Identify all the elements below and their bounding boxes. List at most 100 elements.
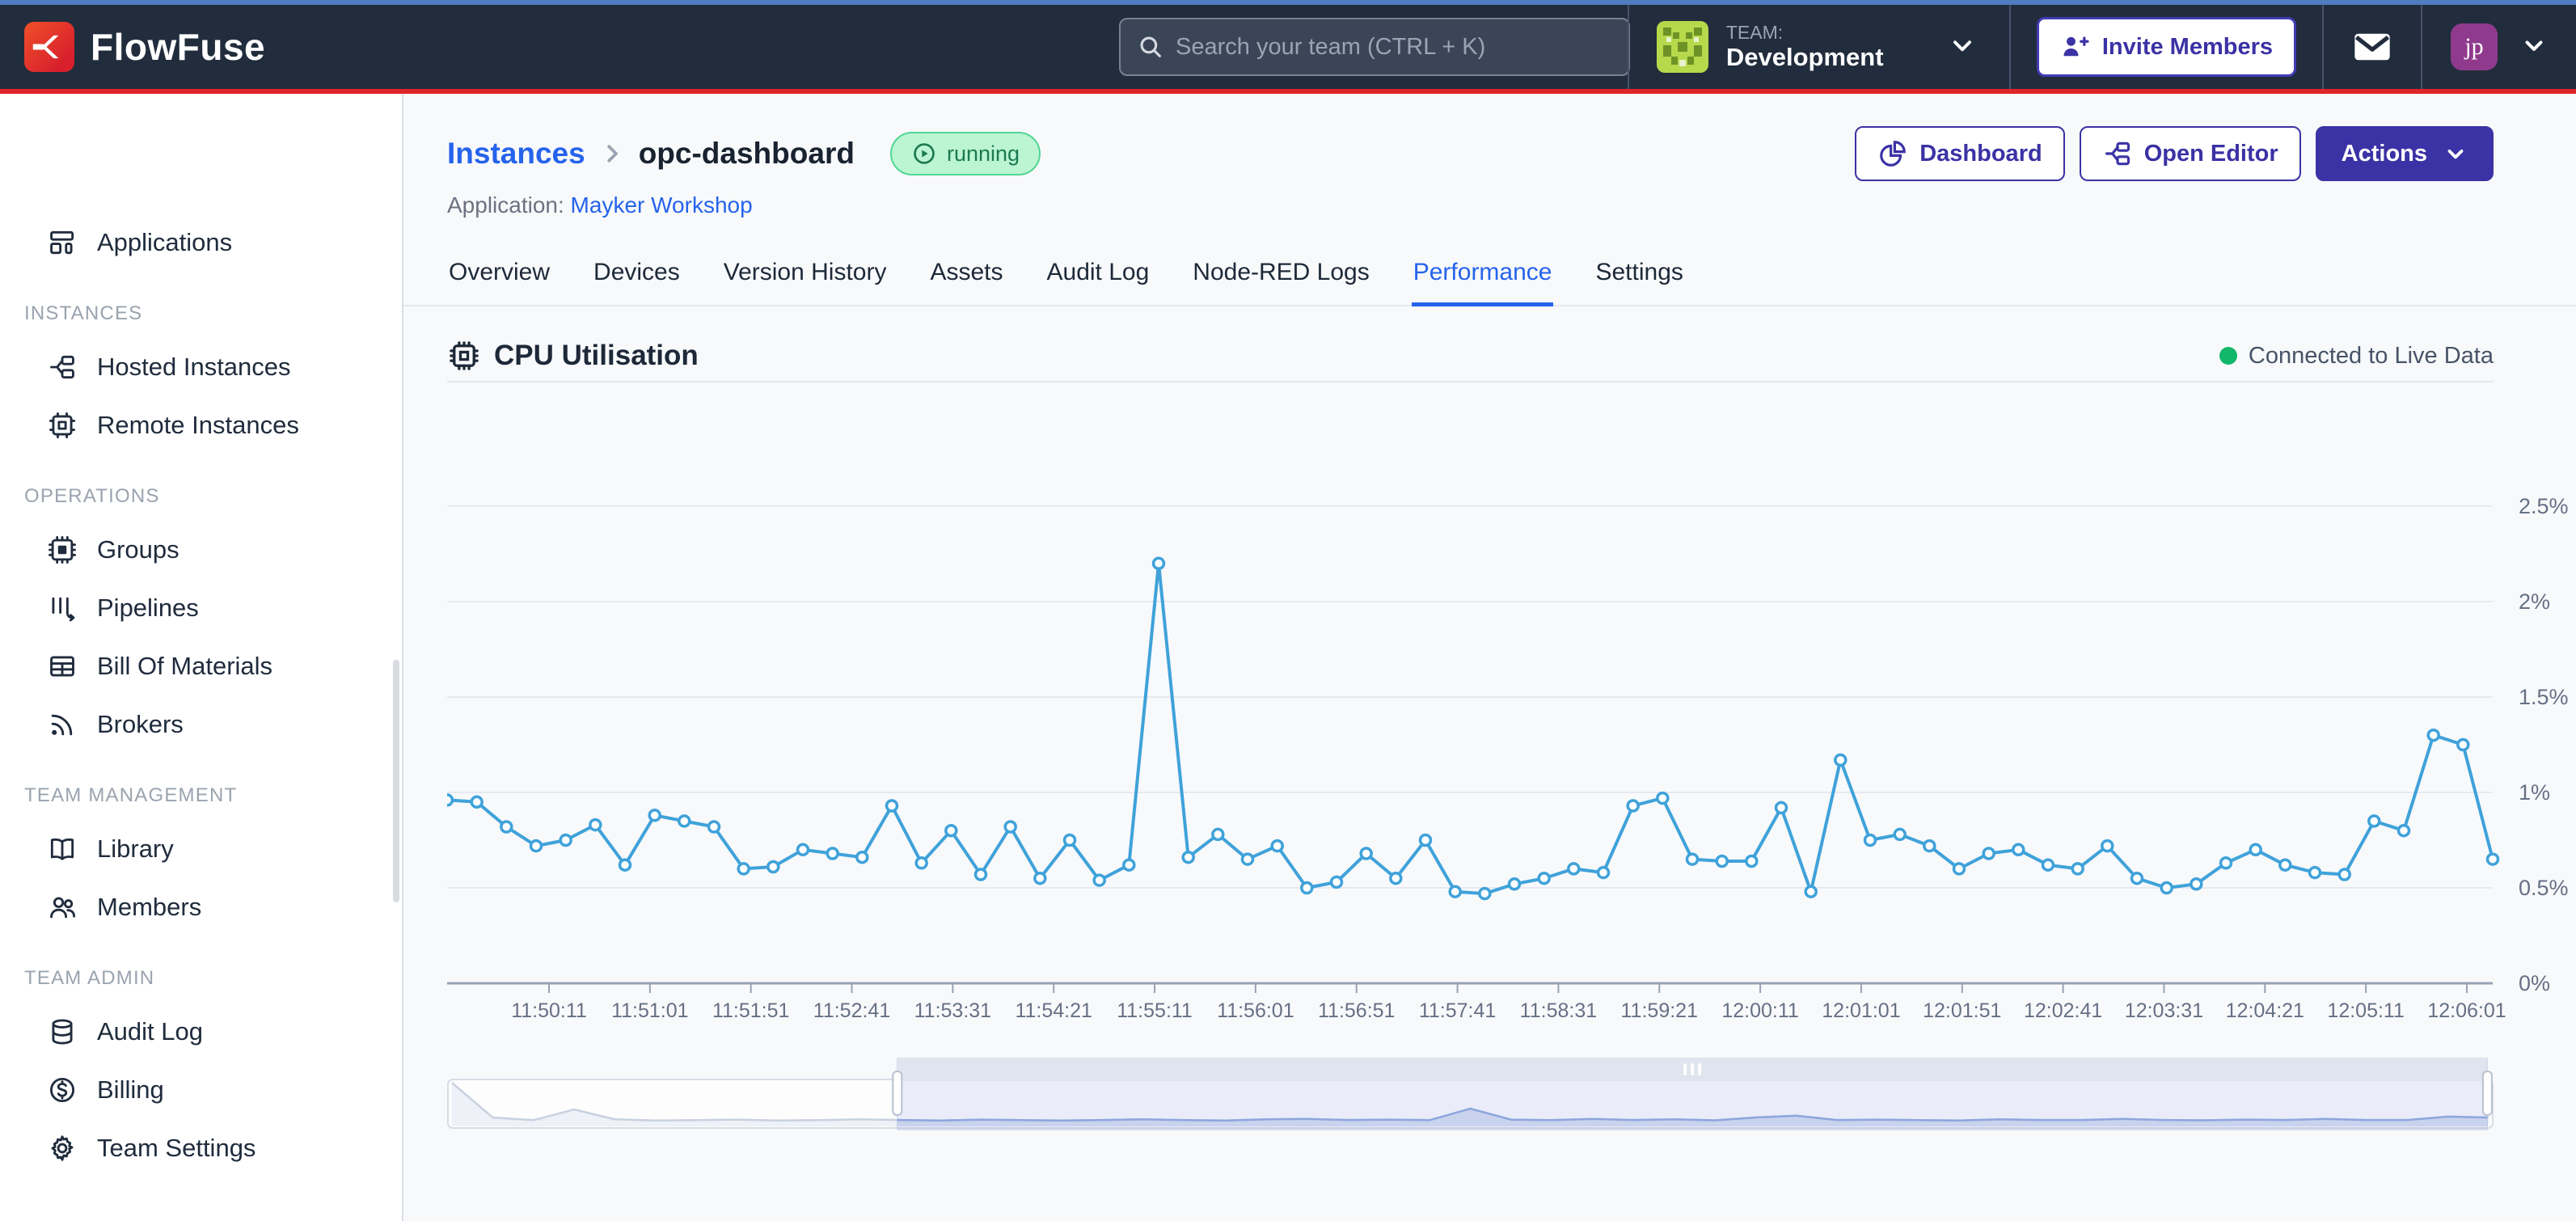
svg-text:12:00:11: 12:00:11 bbox=[1721, 999, 1798, 1022]
live-dot-icon bbox=[2219, 347, 2237, 365]
invite-user-plus-icon bbox=[2060, 32, 2089, 61]
svg-text:11:54:21: 11:54:21 bbox=[1015, 999, 1092, 1022]
sidebar-item-label: Groups bbox=[97, 535, 179, 564]
sidebar-scrollbar[interactable] bbox=[393, 660, 399, 902]
bill-of-materials-icon bbox=[47, 651, 78, 682]
groups-icon bbox=[47, 534, 78, 565]
sidebar-item-team-settings[interactable]: Team Settings bbox=[0, 1119, 402, 1177]
editor-branch-icon bbox=[2102, 138, 2133, 169]
brand[interactable]: FlowFuse bbox=[0, 22, 265, 72]
svg-text:1%: 1% bbox=[2519, 780, 2550, 805]
tab-node-red-logs[interactable]: Node-RED Logs bbox=[1191, 251, 1370, 306]
sidebar-item-brokers[interactable]: Brokers bbox=[0, 695, 402, 754]
chart-range-brush[interactable] bbox=[447, 1050, 2494, 1141]
actions-button[interactable]: Actions bbox=[2316, 126, 2494, 181]
brush-handle-right[interactable] bbox=[2483, 1071, 2492, 1115]
main-content: Instances opc-dashboard running bbox=[403, 94, 2576, 1221]
team-settings-icon bbox=[47, 1133, 78, 1164]
tab-version-history[interactable]: Version History bbox=[722, 251, 889, 306]
sidebar-item-bill-of-materials[interactable]: Bill Of Materials bbox=[0, 637, 402, 695]
flowfuse-logo-icon bbox=[24, 22, 74, 72]
hosted-instances-icon bbox=[47, 352, 78, 382]
chevron-right-icon bbox=[600, 142, 624, 166]
sidebar-section-operations: OPERATIONS bbox=[0, 472, 402, 521]
team-search[interactable] bbox=[1119, 18, 1630, 76]
sidebar-item-remote-instances[interactable]: Remote Instances bbox=[0, 396, 402, 454]
svg-text:12:04:21: 12:04:21 bbox=[2226, 999, 2304, 1022]
sidebar-item-label: Bill Of Materials bbox=[97, 652, 272, 681]
svg-text:12:06:01: 12:06:01 bbox=[2427, 999, 2506, 1022]
sidebar-item-applications[interactable]: Applications bbox=[0, 213, 402, 272]
brand-name: FlowFuse bbox=[91, 25, 265, 69]
sidebar-item-members[interactable]: Members bbox=[0, 878, 402, 936]
pie-chart-icon bbox=[1877, 138, 1908, 169]
play-circle-icon bbox=[911, 141, 937, 167]
application-link[interactable]: Mayker Workshop bbox=[571, 192, 753, 218]
svg-text:2%: 2% bbox=[2519, 589, 2550, 614]
user-chevron-down-icon bbox=[2520, 32, 2548, 63]
invite-members-button[interactable]: Invite Members bbox=[2037, 17, 2296, 77]
tab-assets[interactable]: Assets bbox=[928, 251, 1004, 306]
breadcrumb-instances-link[interactable]: Instances bbox=[447, 137, 585, 171]
team-switcher[interactable]: TEAM: Development bbox=[1629, 5, 2009, 89]
sidebar-item-label: Audit Log bbox=[97, 1017, 203, 1046]
sidebar-item-audit-log[interactable]: Audit Log bbox=[0, 1003, 402, 1061]
sidebar-item-hosted-instances[interactable]: Hosted Instances bbox=[0, 338, 402, 396]
panel-title: CPU Utilisation bbox=[494, 340, 699, 372]
cpu-chip-icon bbox=[447, 339, 481, 373]
tab-audit-log[interactable]: Audit Log bbox=[1045, 251, 1151, 306]
application-label: Application: bbox=[447, 192, 564, 218]
sidebar-item-billing[interactable]: Billing bbox=[0, 1061, 402, 1119]
svg-text:1.5%: 1.5% bbox=[2519, 685, 2569, 709]
panel-divider bbox=[447, 381, 2494, 382]
tab-settings[interactable]: Settings bbox=[1594, 251, 1684, 306]
cpu-utilisation-chart[interactable]: 11:50:1111:51:0111:51:5111:52:4111:53:31… bbox=[447, 389, 2576, 1042]
audit-log-icon bbox=[47, 1016, 78, 1047]
search-input[interactable] bbox=[1176, 34, 1612, 61]
actions-chevron-down-icon bbox=[2443, 142, 2468, 166]
breadcrumb: Instances opc-dashboard running bbox=[447, 126, 2494, 181]
status-badge: running bbox=[890, 132, 1041, 175]
open-editor-button-label: Open Editor bbox=[2144, 141, 2278, 167]
tab-overview[interactable]: Overview bbox=[447, 251, 551, 306]
svg-text:12:01:01: 12:01:01 bbox=[1822, 999, 1900, 1022]
remote-instances-icon bbox=[47, 410, 78, 441]
open-editor-button[interactable]: Open Editor bbox=[2080, 126, 2301, 181]
svg-text:11:58:31: 11:58:31 bbox=[1520, 999, 1597, 1022]
user-menu[interactable]: jp bbox=[2422, 5, 2576, 89]
live-status-label: Connected to Live Data bbox=[2249, 343, 2494, 370]
pipelines-icon bbox=[47, 593, 78, 623]
team-name: Development bbox=[1726, 43, 1884, 72]
svg-text:2.5%: 2.5% bbox=[2519, 494, 2569, 518]
svg-text:11:59:21: 11:59:21 bbox=[1621, 999, 1698, 1022]
team-chevron-down-icon bbox=[1948, 31, 1977, 64]
sidebar-item-label: Team Settings bbox=[97, 1134, 255, 1163]
svg-text:0.5%: 0.5% bbox=[2519, 876, 2569, 900]
sidebar-item-groups[interactable]: Groups bbox=[0, 521, 402, 579]
sidebar-item-pipelines[interactable]: Pipelines bbox=[0, 579, 402, 637]
brokers-icon bbox=[47, 709, 78, 740]
sidebar-item-label: Hosted Instances bbox=[97, 353, 291, 382]
applications-icon bbox=[47, 227, 78, 258]
instance-tabs: Overview Devices Version History Assets Audi… bbox=[403, 251, 2576, 306]
sidebar-item-label: Brokers bbox=[97, 710, 184, 739]
dashboard-button[interactable]: Dashboard bbox=[1855, 126, 2064, 181]
team-avatar bbox=[1657, 21, 1708, 73]
notifications-button[interactable] bbox=[2324, 5, 2421, 89]
members-icon bbox=[47, 892, 78, 923]
svg-text:11:51:51: 11:51:51 bbox=[712, 999, 789, 1022]
sidebar-item-library[interactable]: Library bbox=[0, 820, 402, 878]
tab-performance[interactable]: Performance bbox=[1412, 251, 1554, 306]
sidebar-item-label: Remote Instances bbox=[97, 411, 299, 440]
actions-button-label: Actions bbox=[2342, 141, 2427, 167]
top-navbar: FlowFuse bbox=[0, 0, 2576, 94]
svg-text:12:03:31: 12:03:31 bbox=[2125, 999, 2203, 1022]
tab-devices[interactable]: Devices bbox=[592, 251, 682, 306]
brush-handle-left[interactable] bbox=[893, 1071, 902, 1115]
svg-text:11:53:31: 11:53:31 bbox=[914, 999, 991, 1022]
library-icon bbox=[47, 834, 78, 864]
svg-text:12:01:51: 12:01:51 bbox=[1923, 999, 2001, 1022]
user-avatar: jp bbox=[2451, 23, 2498, 70]
envelope-icon bbox=[2351, 26, 2393, 68]
sidebar-section-team-management: TEAM MANAGEMENT bbox=[0, 771, 402, 820]
